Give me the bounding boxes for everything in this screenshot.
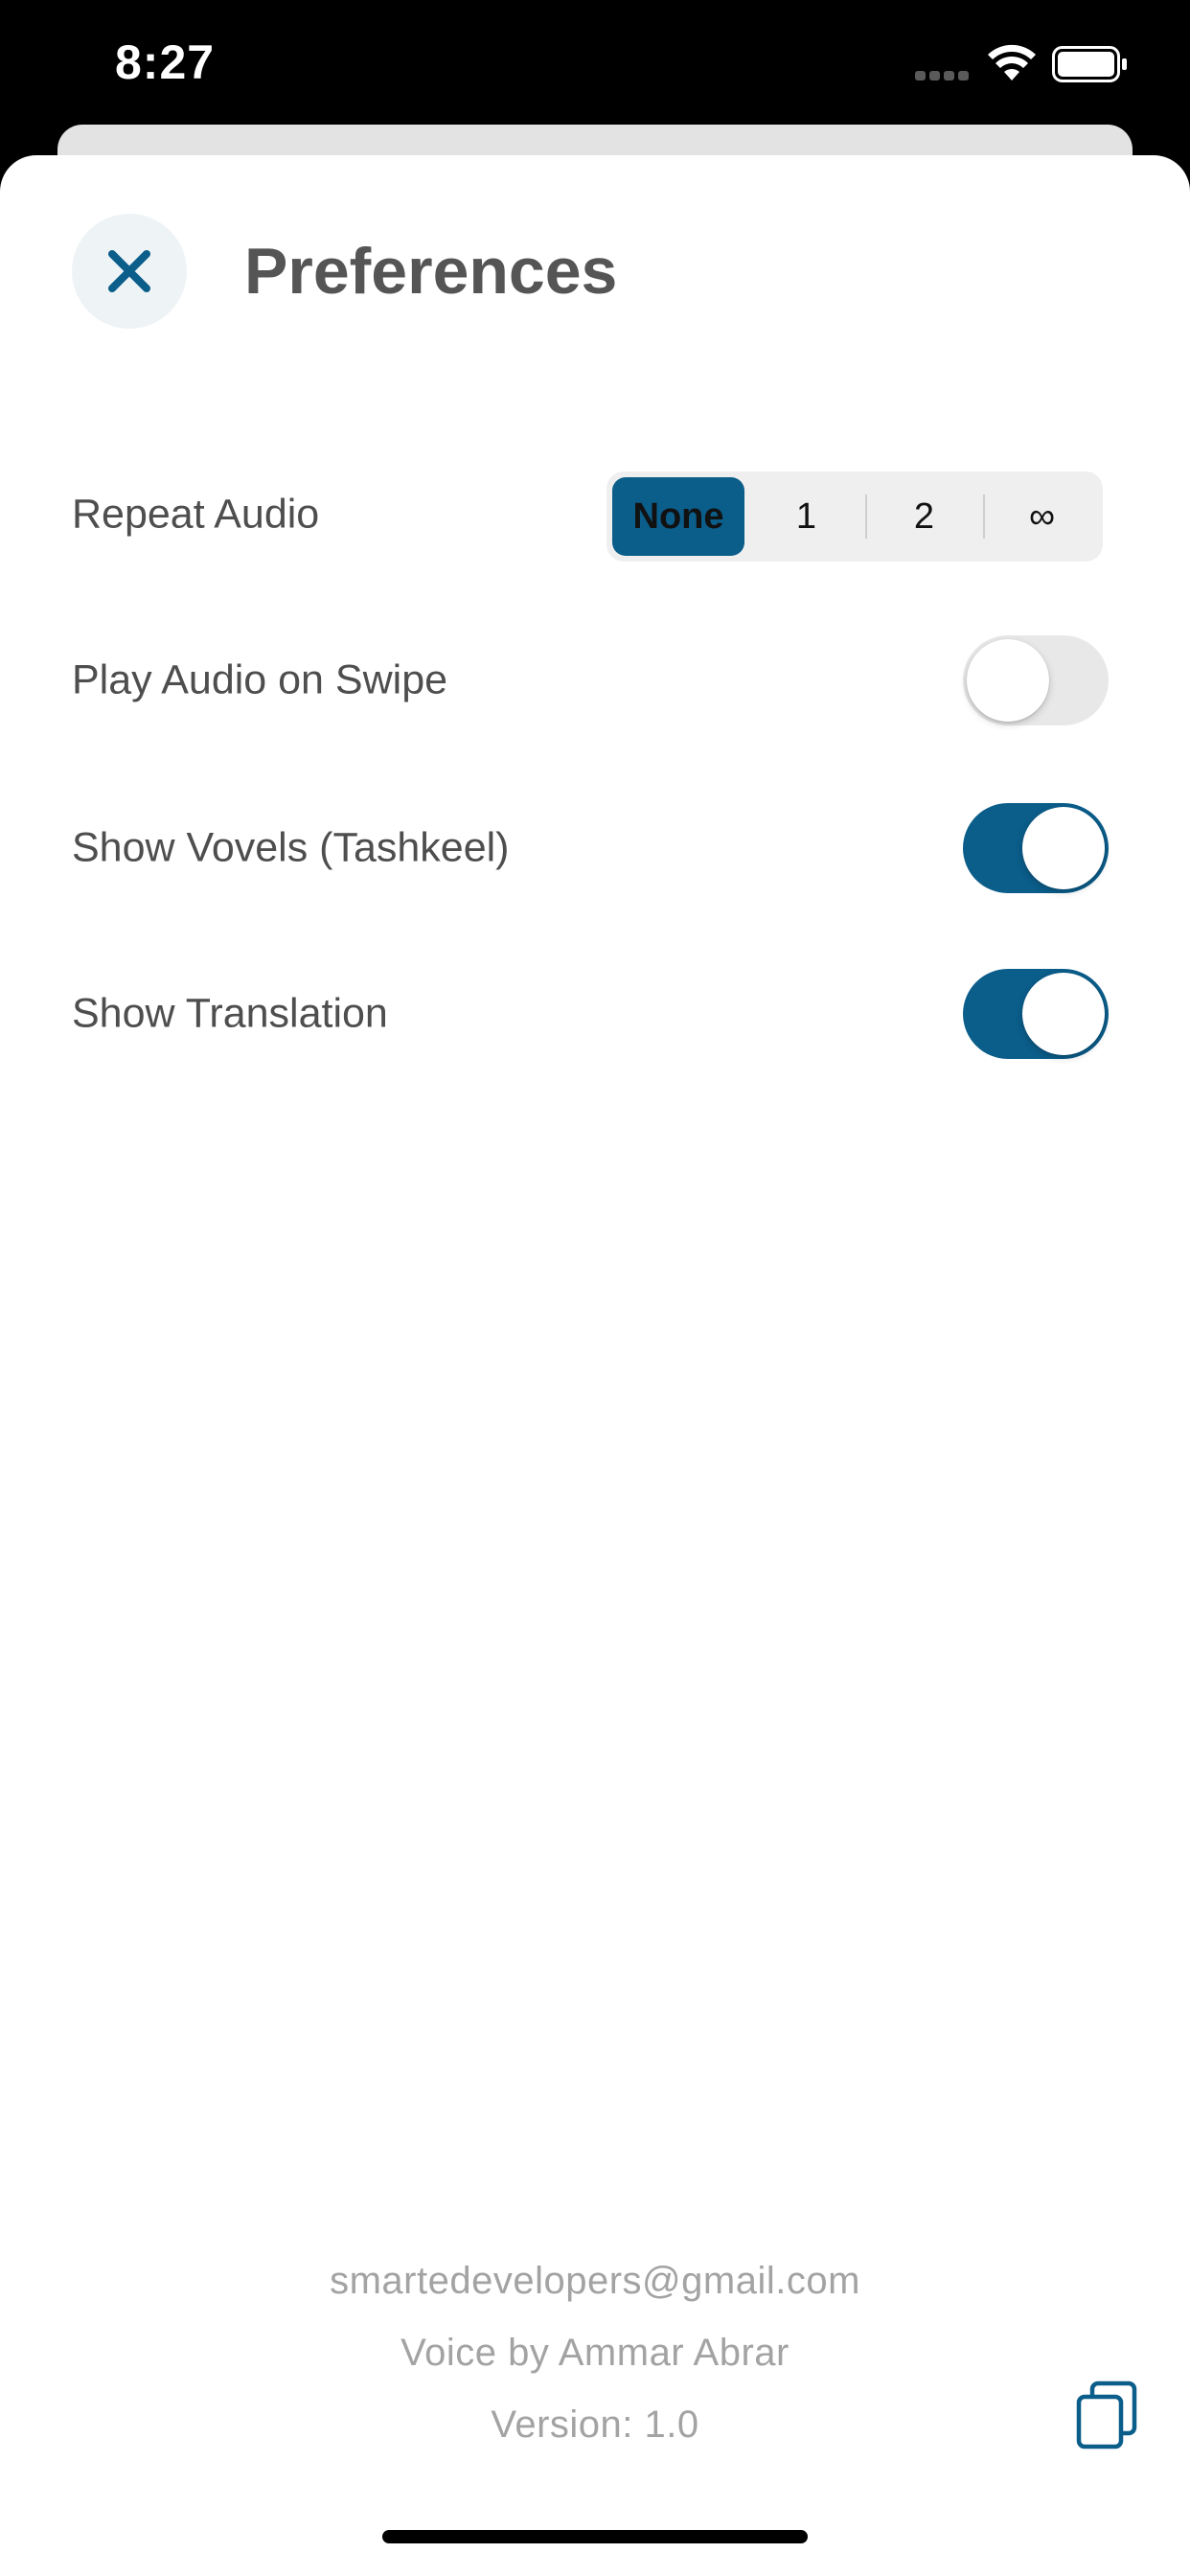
segment-divider	[865, 494, 867, 539]
show-vowels-toggle[interactable]	[963, 803, 1109, 893]
setting-row-repeat-audio: Repeat Audio None 1 2 ∞	[72, 467, 1109, 563]
close-button[interactable]	[72, 214, 187, 329]
setting-row-play-audio-on-swipe: Play Audio on Swipe	[72, 632, 1109, 728]
repeat-audio-label: Repeat Audio	[72, 491, 320, 538]
contact-email[interactable]: smartedevelopers@gmail.com	[0, 2260, 1190, 2303]
repeat-option-2[interactable]: 2	[868, 477, 980, 556]
show-translation-label: Show Translation	[72, 990, 388, 1037]
play-audio-on-swipe-toggle[interactable]	[963, 635, 1109, 725]
show-translation-toggle[interactable]	[963, 969, 1109, 1059]
repeat-option-infinite[interactable]: ∞	[986, 477, 1098, 556]
toggle-knob	[967, 639, 1049, 722]
voice-credit: Voice by Ammar Abrar	[400, 2332, 790, 2374]
battery-icon	[1052, 46, 1127, 82]
page-title: Preferences	[244, 235, 618, 308]
play-audio-on-swipe-label: Play Audio on Swipe	[72, 656, 448, 703]
toggle-knob	[1022, 807, 1105, 889]
close-icon	[108, 250, 150, 292]
repeat-option-none[interactable]: None	[612, 477, 744, 556]
setting-row-show-vowels: Show Vovels (Tashkeel)	[72, 800, 1109, 896]
status-time: 8:27	[115, 35, 216, 89]
show-vowels-label: Show Vovels (Tashkeel)	[72, 824, 510, 871]
repeat-audio-segmented-control: None 1 2 ∞	[606, 472, 1103, 562]
status-bar: 8:27	[0, 0, 1190, 125]
home-indicator[interactable]	[382, 2530, 808, 2543]
toggle-knob	[1022, 973, 1105, 1055]
setting-row-show-translation: Show Translation	[72, 966, 1109, 1062]
cellular-signal-icon	[915, 71, 973, 80]
app-version: Version: 1.0	[491, 2404, 699, 2446]
repeat-option-1[interactable]: 1	[750, 477, 862, 556]
copy-icon[interactable]	[1075, 2380, 1138, 2450]
wifi-icon	[988, 44, 1036, 80]
segment-divider	[983, 494, 985, 539]
preferences-sheet: Preferences Repeat Audio None 1 2 ∞ Play…	[0, 155, 1190, 2576]
